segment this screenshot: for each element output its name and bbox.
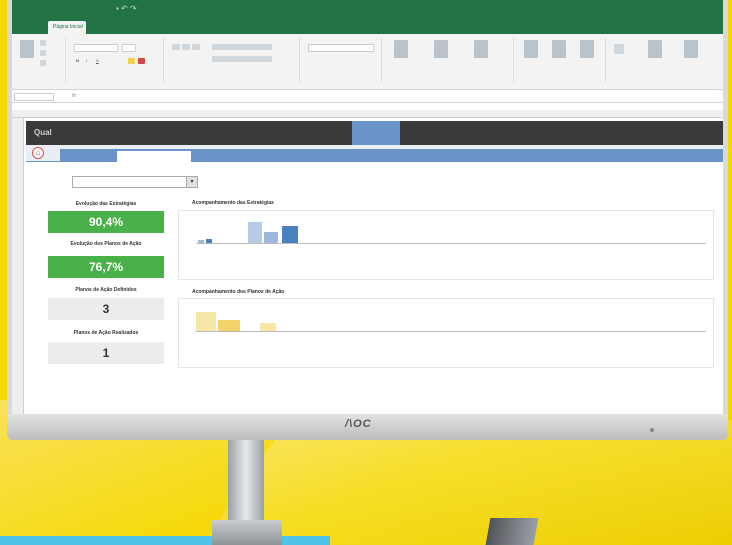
nav-item-6[interactable]: [352, 121, 400, 145]
kpi-title-action-plans: Evolução dos Planos de Ação: [70, 241, 142, 247]
align-bottom-icon[interactable]: [192, 44, 200, 50]
merge-center-button[interactable]: [212, 56, 272, 62]
ribbon-group-editing: [608, 38, 720, 82]
chart-bar: [264, 232, 278, 243]
chart-bar: [206, 239, 212, 243]
dashboard-logo: Qual: [34, 128, 52, 137]
monitor-stand-base: [212, 520, 282, 545]
font-size-select[interactable]: [122, 44, 136, 52]
chart-bar: [260, 323, 276, 331]
nav-item-2[interactable]: [154, 121, 190, 145]
insert-cells-button[interactable]: [524, 40, 538, 58]
kpi-value-strategies: 90,4%: [48, 211, 164, 233]
ribbon-group-number: [302, 38, 382, 82]
kpi-value-action-plans: 76,7%: [48, 256, 164, 278]
tab-formulas[interactable]: [194, 21, 224, 34]
monitor-stand-foot: [485, 518, 539, 545]
font-color-icon[interactable]: [138, 58, 145, 64]
filter-select[interactable]: [72, 176, 198, 188]
formula-bar: fx: [12, 91, 723, 103]
screen: ▪ ↶ ↷ Página Inicial N I S fx Qual ⌂ ▾ E…: [12, 0, 723, 414]
fx-icon[interactable]: fx: [72, 93, 76, 99]
tab-view[interactable]: [282, 21, 312, 34]
copy-icon[interactable]: [40, 50, 46, 56]
tab-data[interactable]: [226, 21, 250, 34]
tab-file[interactable]: [18, 21, 46, 34]
fill-color-icon[interactable]: [128, 58, 135, 64]
sort-filter-button[interactable]: [648, 40, 662, 58]
ribbon-group-alignment: [166, 38, 300, 82]
conditional-format-button[interactable]: [394, 40, 408, 58]
kpi-value-done: 1: [48, 342, 164, 364]
filter-dropdown-button[interactable]: ▾: [186, 176, 198, 188]
monitor-brand: /\OC: [345, 418, 372, 430]
nav-item-7[interactable]: [406, 121, 450, 145]
monitor-stand-neck: [228, 440, 264, 530]
paste-button[interactable]: [20, 40, 34, 58]
ribbon-group-cells: [516, 38, 606, 82]
tab-insert[interactable]: [90, 21, 114, 34]
delete-cells-button[interactable]: [552, 40, 566, 58]
kpi-title-strategies: Evolução das Estratégias: [75, 201, 137, 207]
ribbon-tabs: Página Inicial: [12, 18, 723, 34]
kpi-title-done: Planos de Ação Realizados: [73, 330, 139, 336]
chart-panel-strategies: [178, 210, 714, 280]
column-headers: [12, 110, 723, 118]
chart-bar: [198, 240, 204, 243]
tab-draw[interactable]: [116, 21, 146, 34]
italic-button[interactable]: I: [86, 58, 87, 63]
chart-baseline-action-plans: [196, 331, 706, 332]
kpi-value-defined: 3: [48, 298, 164, 320]
underline-button[interactable]: S: [96, 58, 99, 63]
dashboard-subnav: ⌂: [26, 145, 723, 162]
number-format-select[interactable]: [308, 44, 374, 52]
nav-item-5[interactable]: [296, 121, 346, 145]
nav-item-3[interactable]: [196, 121, 240, 145]
ribbon-group-font: N I S: [68, 38, 164, 82]
power-led: [650, 428, 654, 432]
chart-panel-action-plans: [178, 298, 714, 368]
align-top-icon[interactable]: [172, 44, 180, 50]
chart-bar: [196, 312, 216, 331]
nav-item-1[interactable]: [104, 121, 148, 145]
format-painter-icon[interactable]: [40, 60, 46, 66]
cut-icon[interactable]: [40, 40, 46, 46]
chart-title-strategies: Acompanhamento das Estratégias: [192, 200, 274, 206]
tab-page-layout[interactable]: [148, 21, 192, 34]
chart-title-action-plans: Acompanhamento dos Planos de Ação: [192, 289, 285, 295]
find-select-button[interactable]: [684, 40, 698, 58]
ribbon-group-styles: [384, 38, 514, 82]
subtab-active[interactable]: [116, 150, 192, 162]
font-name-select[interactable]: [74, 44, 118, 52]
name-box[interactable]: [14, 93, 54, 101]
tab-review[interactable]: [252, 21, 280, 34]
kpi-title-defined: Planos de Ação Definidos: [75, 287, 137, 293]
tab-home[interactable]: Página Inicial: [48, 21, 86, 34]
home-icon[interactable]: ⌂: [32, 147, 44, 159]
row-headers: [12, 118, 24, 414]
wrap-text-button[interactable]: [212, 44, 272, 50]
excel-titlebar: ▪ ↶ ↷: [12, 0, 723, 18]
chart-baseline-strategies: [196, 243, 706, 244]
cell-styles-button[interactable]: [474, 40, 488, 58]
autosum-icon[interactable]: [614, 44, 624, 54]
chart-bar: [248, 222, 262, 243]
bold-button[interactable]: N: [76, 58, 79, 63]
ribbon-group-clipboard: [14, 38, 66, 82]
dashboard-nav: Qual: [26, 121, 723, 145]
nav-item-4[interactable]: [246, 121, 290, 145]
quick-access-toolbar[interactable]: ▪ ↶ ↷: [116, 4, 137, 13]
format-as-table-button[interactable]: [434, 40, 448, 58]
align-middle-icon[interactable]: [182, 44, 190, 50]
chart-bar: [218, 320, 240, 331]
chart-bar: [282, 226, 298, 243]
ribbon: N I S: [12, 34, 723, 90]
format-cells-button[interactable]: [580, 40, 594, 58]
